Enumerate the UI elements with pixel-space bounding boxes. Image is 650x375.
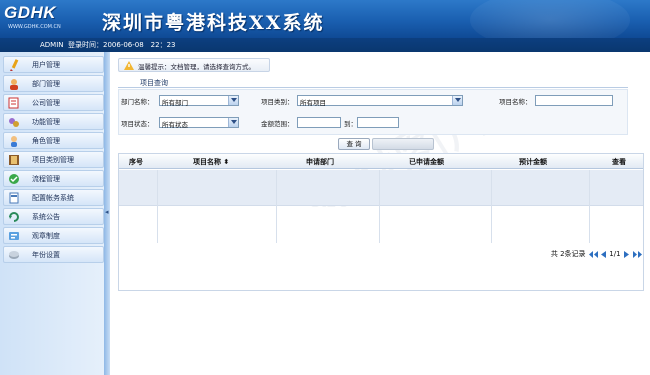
- chevron-down-icon[interactable]: [228, 96, 238, 105]
- current-user: ADMIN: [40, 41, 64, 49]
- column-header-applied-amount[interactable]: 已申请金额: [409, 157, 444, 167]
- column-divider: [589, 170, 590, 243]
- collapse-arrow-icon[interactable]: ◂: [105, 208, 109, 216]
- next-page-icon[interactable]: [623, 250, 630, 258]
- document-icon: [9, 192, 19, 204]
- sidebar: 用户管理 部门管理 公司管理 功能管理 角色管理 项目类别管理 流程管理 配置帐…: [0, 52, 107, 375]
- column-header-department[interactable]: 申请部门: [306, 157, 334, 167]
- first-page-icon[interactable]: [588, 250, 598, 258]
- sidebar-item-label: 项目类别管理: [32, 156, 74, 164]
- table-row[interactable]: [119, 170, 643, 206]
- note-icon: [8, 97, 19, 109]
- pencil-icon: [10, 59, 19, 71]
- disk-icon: [9, 251, 19, 259]
- status-select[interactable]: 所有状态: [159, 117, 239, 129]
- sidebar-item-system-announcement[interactable]: 系统公告: [3, 208, 104, 225]
- logo-url: WWW.GDHK.COM.CN: [8, 24, 61, 30]
- status-select-value: 所有状态: [162, 121, 188, 129]
- column-divider: [157, 170, 158, 243]
- person-icon: [11, 136, 17, 147]
- table-row[interactable]: [119, 207, 643, 243]
- amount-from-input[interactable]: [297, 117, 341, 128]
- column-header-index[interactable]: 序号: [129, 157, 143, 167]
- project-name-input[interactable]: [535, 95, 613, 106]
- table-header: 序号 项目名称 ⬍ 申请部门 已申请金额 预计金额 查看: [119, 154, 643, 169]
- chevron-down-icon[interactable]: [228, 118, 238, 127]
- results-table: 序号 项目名称 ⬍ 申请部门 已申请金额 预计金额 查看: [118, 153, 644, 291]
- page-indicator: 1/1: [609, 250, 621, 258]
- query-button[interactable]: 查 询: [338, 138, 370, 150]
- category-label: 项目类别：: [261, 98, 294, 106]
- lamp-icon: [124, 61, 134, 70]
- column-divider: [379, 170, 380, 243]
- dept-select-value: 所有部门: [162, 99, 188, 107]
- category-select[interactable]: 所有项目: [297, 95, 463, 107]
- category-select-value: 所有项目: [300, 99, 326, 107]
- info-bar: ADMIN 登录时间：2006-06-08 22：23: [0, 38, 650, 52]
- sidebar-item-label: 观章制度: [32, 232, 60, 240]
- sidebar-item-label: 角色管理: [32, 137, 60, 145]
- sort-icon[interactable]: ⬍: [221, 158, 229, 166]
- sidebar-item-user-management[interactable]: 用户管理: [3, 56, 104, 73]
- book-icon: [9, 155, 19, 165]
- info-icon: [9, 232, 19, 240]
- gears-icon: [9, 118, 19, 127]
- sidebar-item-company-management[interactable]: 公司管理: [3, 94, 104, 111]
- panel-header: 项目查询: [118, 76, 628, 88]
- sidebar-item-year-settings[interactable]: 年份设置: [3, 246, 104, 263]
- column-divider: [491, 170, 492, 243]
- sidebar-item-label: 公司管理: [32, 99, 60, 107]
- column-header-label: 项目名称: [193, 158, 221, 166]
- sidebar-item-workflow-management[interactable]: 流程管理: [3, 170, 104, 187]
- status-label: 项目状态：: [121, 120, 154, 128]
- last-page-icon[interactable]: [633, 250, 642, 258]
- sidebar-item-project-category-management[interactable]: 项目类别管理: [3, 151, 104, 168]
- check-icon: [9, 174, 19, 184]
- tip-text: 温馨提示：文档管理，请选择查询方式。: [138, 63, 255, 71]
- dept-label: 部门名称：: [121, 98, 154, 106]
- sidebar-item-label: 用户管理: [32, 61, 60, 69]
- column-header-view[interactable]: 查看: [612, 157, 626, 167]
- sidebar-item-regulations[interactable]: 观章制度: [3, 227, 104, 244]
- panel-title: 项目查询: [140, 79, 168, 87]
- amount-to-label: 到：: [344, 120, 357, 128]
- sidebar-item-accounting-config[interactable]: 配置帐务系统: [3, 189, 104, 206]
- sidebar-item-role-management[interactable]: 角色管理: [3, 132, 104, 149]
- tip-bar: 温馨提示：文档管理，请选择查询方式。: [118, 58, 270, 72]
- amount-range-label: 金额范围：: [261, 120, 294, 128]
- prev-page-icon[interactable]: [601, 250, 607, 258]
- header-decoration: [470, 0, 630, 38]
- sidebar-item-label: 部门管理: [32, 80, 60, 88]
- user-icon: [10, 79, 18, 90]
- main-content: 素材图片 温馨提示：文档管理，请选择查询方式。 项目查询 部门名称： 所有部门 …: [112, 52, 650, 375]
- sidebar-item-label: 年份设置: [32, 251, 60, 259]
- project-name-label: 项目名称：: [499, 98, 532, 106]
- column-divider: [276, 170, 277, 243]
- system-title: 深圳市粤港科技XX系统: [102, 12, 325, 34]
- sidebar-item-label: 系统公告: [32, 213, 60, 221]
- pagination: 共 2条记录 1/1: [551, 249, 642, 259]
- sidebar-item-label: 功能管理: [32, 118, 60, 126]
- total-records: 共 2条记录: [550, 250, 586, 258]
- logo: GDHK WWW.GDHK.COM.CN: [4, 3, 62, 35]
- sidebar-item-label: 流程管理: [32, 175, 60, 183]
- app-header: GDHK WWW.GDHK.COM.CN 深圳市粤港科技XX系统: [0, 0, 650, 38]
- amount-to-input[interactable]: [357, 117, 399, 128]
- query-form: 部门名称： 所有部门 项目类别： 所有项目 项目名称： 项目状态： 所有状态 金…: [118, 89, 628, 135]
- logo-text: GDHK: [4, 3, 57, 22]
- reset-button[interactable]: [372, 138, 434, 150]
- login-time: 登录时间：2006-06-08 22：23: [68, 41, 176, 49]
- chevron-down-icon[interactable]: [452, 96, 462, 105]
- sidebar-item-department-management[interactable]: 部门管理: [3, 75, 104, 92]
- dept-select[interactable]: 所有部门: [159, 95, 239, 107]
- column-header-estimated-amount[interactable]: 预计金额: [519, 157, 547, 167]
- sidebar-item-label: 配置帐务系统: [32, 194, 74, 202]
- column-header-project-name[interactable]: 项目名称 ⬍: [193, 157, 229, 167]
- sidebar-item-function-management[interactable]: 功能管理: [3, 113, 104, 130]
- refresh-icon: [9, 212, 19, 222]
